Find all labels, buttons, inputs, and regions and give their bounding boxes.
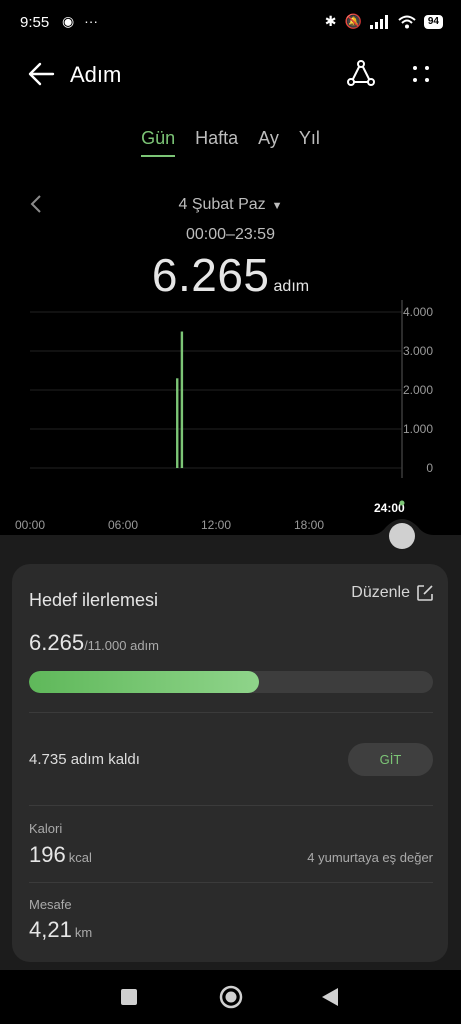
step-unit: adım — [273, 278, 310, 295]
page-title: Adım — [70, 62, 122, 87]
status-bar: 9:55 ◉ ··· ✱ 🔕 94 — [0, 0, 461, 44]
steps-chart: 4.000 3.000 2.000 1.000 0 00:00 06:00 12:00 18:0… — [0, 300, 461, 545]
tab-year[interactable]: Yıl — [299, 128, 320, 157]
current-time-dot — [399, 500, 405, 506]
step-count: 6.265 — [151, 249, 270, 301]
app-header: Adım — [0, 50, 461, 98]
x-tick-label: 00:00 — [15, 518, 45, 532]
share-route-icon[interactable] — [347, 60, 375, 88]
tab-day[interactable]: Gün — [141, 128, 176, 157]
calories-value: 196 kcal — [29, 842, 92, 868]
divider — [29, 712, 433, 713]
steps-chart-svg: 4.000 3.000 2.000 1.000 0 00:00 06:00 12:00 18:0… — [15, 300, 433, 532]
recents-square-icon[interactable] — [120, 988, 138, 1006]
wifi-icon — [398, 15, 416, 28]
divider — [29, 882, 433, 883]
tab-week[interactable]: Hafta — [195, 128, 238, 157]
back-triangle-icon[interactable] — [320, 986, 340, 1008]
x-tick-label: 18:00 — [294, 518, 324, 532]
back-arrow-icon[interactable] — [26, 60, 56, 88]
status-time: 9:55 — [20, 14, 50, 31]
goal-current: 6.265 — [29, 630, 85, 655]
step-total: 6.265 adım — [0, 248, 461, 302]
y-tick-label: 4.000 — [403, 305, 433, 319]
time-scrubber-handle[interactable] — [389, 523, 415, 549]
period-tabs: Gün Hafta Ay Yıl — [0, 128, 461, 157]
goal-progress-text: 6.265/11.000 adım — [29, 630, 159, 656]
divider — [29, 805, 433, 806]
chart-bar — [180, 331, 184, 468]
calories-equivalent: 4 yumurtaya eş değer — [307, 850, 433, 865]
distance-value: 4,21 km — [29, 917, 92, 943]
calories-number: 196 — [29, 842, 66, 867]
calories-label: Kalori — [29, 821, 63, 836]
x-tick-label: 06:00 — [108, 518, 138, 532]
system-nav-bar — [0, 970, 461, 1024]
edit-goal-label: Düzenle — [351, 584, 410, 601]
battery-icon: 94 — [423, 14, 443, 29]
go-button[interactable]: GİT — [348, 743, 433, 776]
mute-bell-icon: 🔕 — [344, 13, 362, 29]
more-options-icon[interactable] — [411, 60, 431, 88]
date-selector[interactable]: 4 Şubat Paz ▼ — [0, 196, 461, 214]
more-notifications-icon: ··· — [84, 13, 99, 29]
goal-target: /11.000 adım — [84, 638, 159, 653]
chart-bar — [176, 378, 179, 468]
x-tick-label: 12:00 — [201, 518, 231, 532]
distance-label: Mesafe — [29, 897, 72, 912]
distance-number: 4,21 — [29, 917, 72, 942]
goal-progress-bar — [29, 671, 433, 693]
time-range: 00:00–23:59 — [186, 226, 275, 243]
y-tick-label: 0 — [426, 461, 433, 475]
tab-month[interactable]: Ay — [258, 128, 279, 157]
goal-title: Hedef ilerlemesi — [29, 590, 159, 610]
signal-icon — [369, 14, 388, 29]
chat-bubble-icon: ◉ — [62, 13, 75, 29]
caret-down-icon: ▼ — [271, 200, 283, 212]
home-circle-icon[interactable] — [218, 984, 244, 1010]
goal-progress-fill — [29, 671, 260, 693]
calories-unit: kcal — [68, 850, 92, 865]
bluetooth-icon: ✱ — [324, 13, 337, 29]
steps-remaining: 4.735 adım kaldı — [29, 751, 140, 768]
edit-icon — [417, 585, 433, 601]
goal-progress-card: Hedef ilerlemesi Düzenle 6.265/11.000 ad… — [12, 564, 448, 962]
y-tick-label: 2.000 — [403, 383, 433, 397]
y-tick-label: 3.000 — [403, 344, 433, 358]
distance-unit: km — [74, 925, 93, 940]
y-tick-label: 1.000 — [403, 422, 433, 436]
date-label: 4 Şubat Paz — [178, 196, 266, 213]
edit-goal-button[interactable]: Düzenle — [351, 584, 434, 602]
